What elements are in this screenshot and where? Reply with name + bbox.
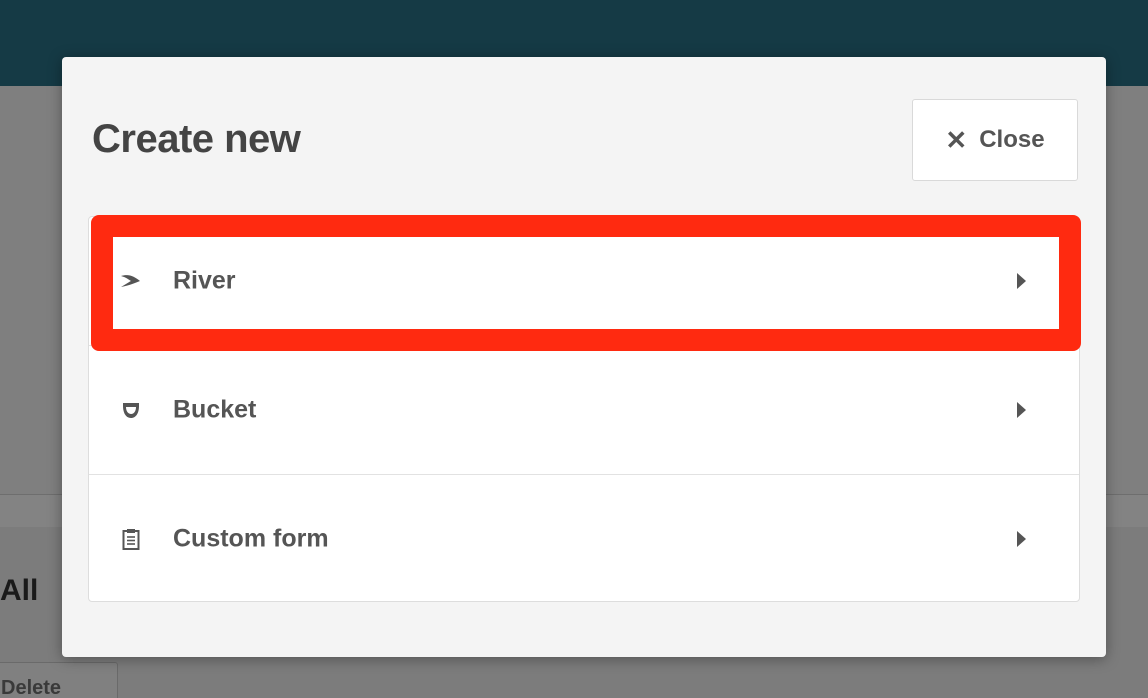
chevron-right-icon: [1017, 531, 1026, 547]
create-option-label: River: [173, 266, 236, 295]
delete-button[interactable]: Delete: [0, 662, 118, 698]
chevron-right-icon: [1017, 402, 1026, 418]
create-option-label: Bucket: [173, 395, 257, 424]
create-option-label: Custom form: [173, 524, 329, 553]
modal-title: Create new: [92, 117, 301, 161]
page-heading: All: [0, 574, 39, 607]
create-options-list: River Bucket Custom form: [88, 216, 1080, 602]
river-icon: [119, 268, 143, 294]
close-icon: ✕: [945, 125, 968, 155]
create-option-river[interactable]: River: [89, 217, 1079, 345]
close-button-label: Close: [979, 126, 1045, 153]
chevron-right-icon: [1017, 273, 1026, 289]
bucket-icon: [119, 397, 143, 423]
create-option-bucket[interactable]: Bucket: [89, 346, 1079, 474]
close-button[interactable]: ✕ Close: [912, 99, 1078, 181]
create-new-modal: Create new ✕ Close River Bucket Custom f…: [62, 57, 1106, 657]
create-option-custom-form[interactable]: Custom form: [89, 475, 1079, 603]
clipboard-icon: [119, 526, 143, 552]
